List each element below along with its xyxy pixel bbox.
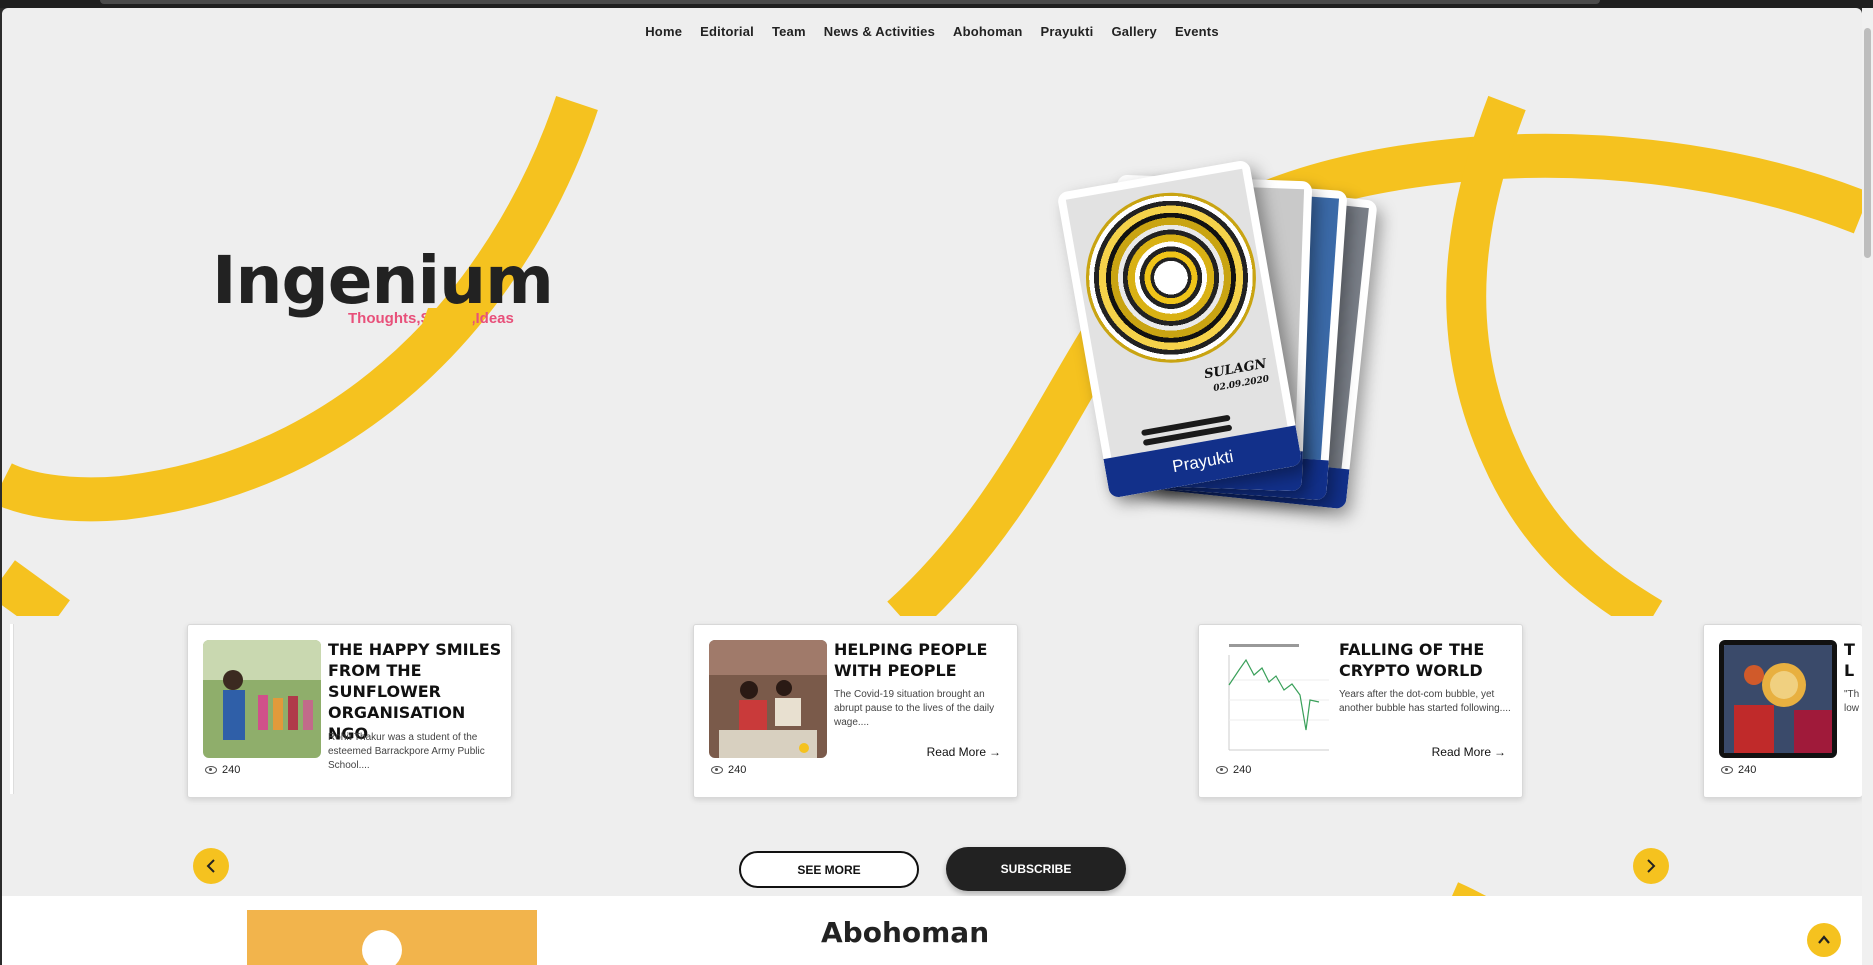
carousel-next-button[interactable] (1633, 848, 1669, 884)
eye-icon (1216, 766, 1228, 774)
section-title: Abohoman (821, 916, 990, 949)
article-title[interactable]: FALLING OF THE CRYPTO WORLD (1339, 639, 1517, 681)
featured-card-stack[interactable]: SULAGN 02.09.2020 Prayukti (1056, 159, 1382, 510)
read-more-link[interactable]: Read More → (1432, 745, 1506, 759)
nav-editorial[interactable]: Editorial (691, 20, 763, 43)
arrow-right-icon: → (1494, 745, 1506, 759)
pen-image (1140, 414, 1231, 437)
nav-prayukti[interactable]: Prayukti (1032, 20, 1103, 43)
mandala-artwork: SULAGN 02.09.2020 (1065, 168, 1288, 458)
abohoman-image (247, 910, 537, 965)
tagline-curve-overlap (419, 308, 479, 330)
article-title[interactable]: T L (1844, 639, 1862, 681)
article-card[interactable]: THE HAPPY SMILES FROM THE SUNFLOWER ORGA… (187, 624, 512, 798)
view-count: 240 (711, 764, 746, 776)
article-title[interactable]: HELPING PEOPLE WITH PEOPLE (834, 639, 1012, 681)
article-thumbnail (1719, 640, 1837, 758)
nav-events[interactable]: Events (1166, 20, 1228, 43)
chevron-left-icon (206, 859, 215, 873)
article-excerpt: Years after the dot-com bubble, yet anot… (1339, 689, 1511, 714)
abohoman-section: Abohoman (2, 896, 1862, 965)
subscribe-button[interactable]: SUBSCRIBE (946, 847, 1126, 891)
decorative-curves (2, 95, 1862, 965)
page: Home Editorial Team News & Activities Ab… (2, 8, 1862, 965)
nav-team[interactable]: Team (763, 20, 815, 43)
card-edge-left (10, 624, 14, 794)
carousel-prev-button[interactable] (193, 848, 229, 884)
read-more-link[interactable]: Read More → (927, 745, 1001, 759)
eye-icon (711, 766, 723, 774)
nav-news-activities[interactable]: News & Activities (815, 20, 944, 43)
article-title[interactable]: THE HAPPY SMILES FROM THE SUNFLOWER ORGA… (328, 639, 506, 744)
view-count: 240 (205, 764, 240, 776)
browser-tab-strip (100, 0, 1600, 4)
chevron-up-icon (1818, 935, 1830, 944)
browser-top-bar (0, 0, 1873, 8)
nav-gallery[interactable]: Gallery (1102, 20, 1166, 43)
arrow-right-icon: → (989, 745, 1001, 759)
view-count: 240 (1216, 764, 1251, 776)
mandala-image (1072, 179, 1269, 377)
scroll-to-top-button[interactable] (1807, 923, 1841, 957)
article-excerpt: Rohit Thakur was a student of the esteem… (328, 732, 485, 771)
view-count: 240 (1721, 764, 1756, 776)
nav-abohoman[interactable]: Abohoman (944, 20, 1031, 43)
eye-icon (205, 766, 217, 774)
artwork-signature: SULAGN 02.09.2020 (1203, 356, 1270, 395)
article-card-partial[interactable]: T L "Th low 240 (1703, 624, 1862, 798)
scrollbar-thumb[interactable] (1864, 28, 1871, 258)
chevron-right-icon (1647, 859, 1656, 873)
brand-block: Ingenium Thoughts,Stories,Ideas (212, 242, 554, 330)
main-nav: Home Editorial Team News & Activities Ab… (2, 20, 1862, 43)
article-thumbnail (1214, 640, 1332, 758)
page-scrollbar[interactable] (1862, 8, 1873, 965)
article-thumbnail (709, 640, 827, 758)
article-excerpt: The Covid-19 situation brought an abrupt… (834, 689, 995, 728)
eye-icon (1721, 766, 1733, 774)
article-card[interactable]: HELPING PEOPLE WITH PEOPLE The Covid-19 … (693, 624, 1018, 798)
article-carousel: THE HAPPY SMILES FROM THE SUNFLOWER ORGA… (2, 616, 1862, 798)
article-thumbnail (203, 640, 321, 758)
article-excerpt: "Th low (1844, 689, 1860, 714)
see-more-button[interactable]: SEE MORE (739, 851, 919, 888)
brand-title: Ingenium (212, 242, 554, 319)
article-card[interactable]: FALLING OF THE CRYPTO WORLD Years after … (1198, 624, 1523, 798)
nav-home[interactable]: Home (636, 20, 691, 43)
